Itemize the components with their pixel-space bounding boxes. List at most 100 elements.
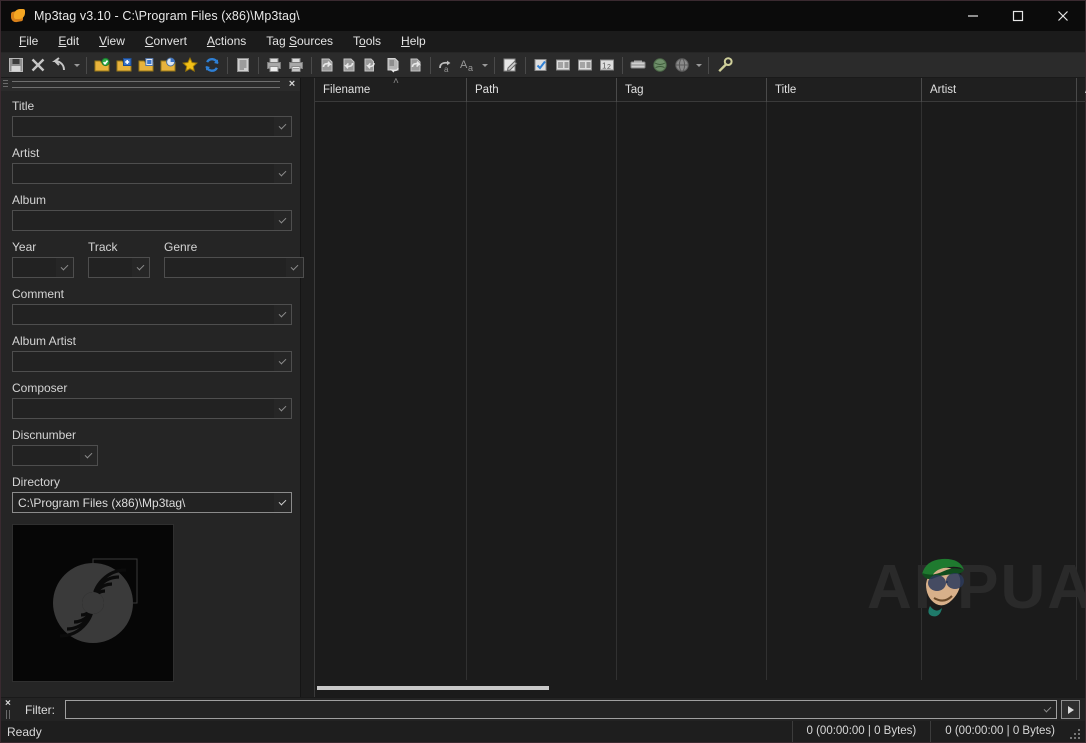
field-title-dropdown[interactable] [274, 117, 291, 136]
undo-dropdown-caret-icon[interactable] [71, 55, 82, 76]
textfile-to-tag-icon[interactable] [382, 55, 404, 76]
scrollbar-thumb[interactable] [317, 686, 549, 690]
menu-tools[interactable]: Tools [343, 32, 391, 51]
field-year[interactable] [12, 257, 74, 278]
filter-apply-button[interactable] [1061, 700, 1080, 719]
field-year-dropdown[interactable] [56, 258, 73, 277]
chevron-down-icon [85, 450, 93, 458]
chevron-down-icon [279, 121, 287, 129]
favorites-star-icon[interactable] [179, 55, 201, 76]
case-conversion-icon[interactable]: A a [457, 55, 479, 76]
label-discnumber: Discnumber [12, 428, 291, 442]
minimize-button[interactable] [950, 1, 995, 31]
edit-tag-icon[interactable] [499, 55, 521, 76]
chevron-down-icon [137, 262, 145, 270]
filter-bar-grip[interactable]: × [1, 698, 19, 722]
tag-to-filename-icon[interactable] [316, 55, 338, 76]
save-icon[interactable] [5, 55, 27, 76]
menu-edit[interactable]: Edit [48, 32, 89, 51]
toolbar-separator [622, 57, 623, 74]
extended-tags-icon[interactable] [574, 55, 596, 76]
field-title[interactable] [12, 116, 292, 137]
field-track-dropdown[interactable] [132, 258, 149, 277]
tag-panel-close-button[interactable]: × [284, 78, 300, 91]
track-group: Track [88, 231, 150, 278]
field-genre-dropdown[interactable] [286, 258, 303, 277]
web-sources-dropdown-caret-icon[interactable] [693, 55, 704, 76]
svg-text:2: 2 [607, 64, 611, 71]
maximize-button[interactable] [995, 1, 1040, 31]
field-album-dropdown[interactable] [274, 211, 291, 230]
tag-panel: × Title Artist Album [1, 78, 301, 697]
field-composer[interactable] [12, 398, 292, 419]
options-icon[interactable] [713, 55, 735, 76]
field-discnumber-dropdown[interactable] [80, 446, 97, 465]
label-composer: Composer [12, 381, 291, 395]
close-button[interactable] [1040, 1, 1085, 31]
actions-icon[interactable] [530, 55, 552, 76]
tag-panel-grip[interactable]: × [1, 78, 300, 91]
column-header-tag[interactable]: Tag [617, 78, 767, 102]
web-sources-icon[interactable] [671, 55, 693, 76]
filter-input[interactable] [65, 700, 1057, 719]
filter-history-dropdown[interactable] [1039, 701, 1056, 718]
filename-to-filename-icon[interactable] [360, 55, 382, 76]
vinyl-disc-icon [45, 555, 141, 651]
resize-grip-icon[interactable] [1069, 728, 1083, 742]
field-comment-dropdown[interactable] [274, 305, 291, 324]
replace-icon[interactable]: a [435, 55, 457, 76]
filename-to-tag-icon[interactable] [338, 55, 360, 76]
panel-splitter[interactable] [301, 78, 314, 697]
filter-bar-close-button[interactable]: × [5, 698, 11, 710]
appuals-watermark: APPUALS [867, 552, 1085, 632]
menu-tag-sources[interactable]: Tag Sources [256, 32, 343, 51]
add-files-icon[interactable] [135, 55, 157, 76]
menu-convert[interactable]: Convert [135, 32, 197, 51]
title-bar: Mp3tag v3.10 - C:\Program Files (x86)\Mp… [1, 1, 1085, 31]
remove-tag-icon[interactable] [27, 55, 49, 76]
freedb-icon[interactable] [627, 55, 649, 76]
discogs-icon[interactable] [649, 55, 671, 76]
tag-to-tag-icon[interactable] [404, 55, 426, 76]
field-directory[interactable]: C:\Program Files (x86)\Mp3tag\ [12, 492, 292, 513]
grip-dots-icon [6, 710, 12, 719]
file-list-horizontal-scrollbar[interactable] [315, 680, 1085, 697]
menu-actions[interactable]: Actions [197, 32, 256, 51]
autonumbering-icon[interactable]: 1 2 [596, 55, 618, 76]
toolbar-separator [525, 57, 526, 74]
field-discnumber[interactable] [12, 445, 98, 466]
field-artist[interactable] [12, 163, 292, 184]
refresh-icon[interactable] [201, 55, 223, 76]
column-header-artist[interactable]: Artist [922, 78, 1077, 102]
column-header-title[interactable]: Title [767, 78, 922, 102]
field-comment[interactable] [12, 304, 292, 325]
menu-file[interactable]: File [9, 32, 48, 51]
print-list-icon[interactable] [285, 55, 307, 76]
print-cover-icon[interactable] [263, 55, 285, 76]
field-artist-dropdown[interactable] [274, 164, 291, 183]
field-track[interactable] [88, 257, 150, 278]
column-header-album[interactable]: Al [1077, 78, 1086, 102]
change-directory-icon[interactable] [91, 55, 113, 76]
field-genre[interactable] [164, 257, 304, 278]
menu-view[interactable]: View [89, 32, 135, 51]
field-album[interactable] [12, 210, 292, 231]
add-directory-icon[interactable] [113, 55, 135, 76]
file-list-body[interactable]: APPUALS [315, 102, 1085, 680]
label-genre: Genre [164, 240, 304, 254]
label-year: Year [12, 240, 74, 254]
field-directory-dropdown[interactable] [274, 493, 291, 512]
menu-help[interactable]: Help [391, 32, 436, 51]
field-composer-dropdown[interactable] [274, 399, 291, 418]
column-header-path[interactable]: Path [467, 78, 617, 102]
add-playlist-icon[interactable] [157, 55, 179, 76]
undo-icon[interactable] [49, 55, 71, 76]
case-conversion-dropdown-caret-icon[interactable] [479, 55, 490, 76]
chevron-down-icon [279, 497, 287, 505]
album-art-placeholder[interactable] [12, 524, 174, 682]
tag-panel-icon[interactable] [552, 55, 574, 76]
field-album-artist[interactable] [12, 351, 292, 372]
field-album-artist-dropdown[interactable] [274, 352, 291, 371]
playlist-icon[interactable] [232, 55, 254, 76]
column-header-filename[interactable]: Filename [315, 78, 467, 102]
